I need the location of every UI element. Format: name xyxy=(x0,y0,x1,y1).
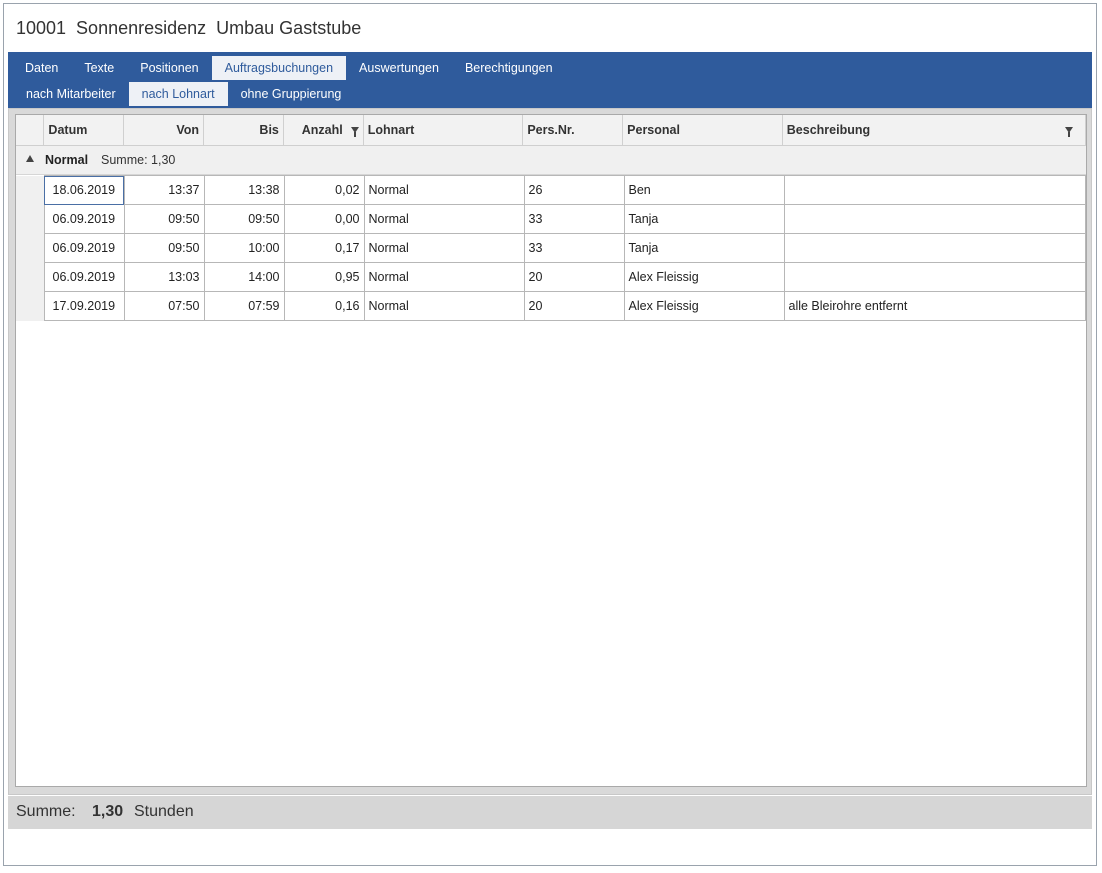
header-lohnart[interactable]: Lohnart xyxy=(363,115,524,146)
data-grid: Datum Von Bis Anzahl Lohnart Pers.Nr. Pe… xyxy=(15,114,1087,787)
row-indent xyxy=(16,175,45,205)
tab-auswertungen[interactable]: Auswertungen xyxy=(346,56,452,80)
cell-anzahl[interactable]: 0,02 xyxy=(283,175,365,205)
sub-tabs: nach Mitarbeiter nach Lohnart ohne Grupp… xyxy=(8,82,354,106)
header-bis-label: Bis xyxy=(259,122,279,137)
cell-persnr[interactable]: 33 xyxy=(523,233,625,263)
header-von[interactable]: Von xyxy=(123,115,205,146)
header-persnr-label: Pers.Nr. xyxy=(527,122,575,137)
cell-lohnart[interactable]: Normal xyxy=(363,262,525,292)
triangle-up-icon[interactable] xyxy=(26,155,34,162)
tab-auftragsbuchungen[interactable]: Auftragsbuchungen xyxy=(211,56,347,80)
table-row[interactable]: 06.09.2019 13:03 14:00 0,95 Normal 20 Alex Fle… xyxy=(16,262,1086,292)
subtab-ohne-gruppierung[interactable]: ohne Gruppierung xyxy=(228,82,355,106)
cell-anzahl[interactable]: 0,00 xyxy=(283,204,365,234)
header-beschreibung-label: Beschreibung xyxy=(786,122,871,137)
header-datum-label: Datum xyxy=(48,122,88,137)
subtab-nach-mitarbeiter[interactable]: nach Mitarbeiter xyxy=(8,82,129,106)
cell-bis[interactable]: 09:50 xyxy=(203,204,285,234)
cell-bis[interactable]: 10:00 xyxy=(203,233,285,263)
cell-personal[interactable]: Ben xyxy=(623,175,785,205)
footer-sum-label: Summe: xyxy=(16,803,76,820)
row-indent xyxy=(16,233,45,263)
row-indent xyxy=(16,291,45,321)
table-row[interactable]: 18.06.2019 13:37 13:38 0,02 Normal 26 Ben xyxy=(16,175,1086,205)
header-persnr[interactable]: Pers.Nr. xyxy=(522,115,624,146)
header-beschreibung[interactable]: Beschreibung xyxy=(782,115,1086,146)
cell-bis[interactable]: 14:00 xyxy=(203,262,285,292)
filter-icon[interactable] xyxy=(1065,127,1073,137)
tab-daten[interactable]: Daten xyxy=(8,56,71,80)
cell-von[interactable]: 07:50 xyxy=(123,291,205,321)
header-anzahl[interactable]: Anzahl xyxy=(283,115,364,146)
tab-texte[interactable]: Texte xyxy=(71,56,127,80)
cell-datum[interactable]: 17.09.2019 xyxy=(43,291,125,321)
cell-anzahl[interactable]: 0,17 xyxy=(283,233,365,263)
cell-von[interactable]: 13:37 xyxy=(123,175,205,205)
cell-bis[interactable]: 13:38 xyxy=(203,175,285,205)
filter-icon[interactable] xyxy=(350,127,359,138)
cell-lohnart[interactable]: Normal xyxy=(363,233,525,263)
cell-anzahl[interactable]: 0,16 xyxy=(283,291,365,321)
cell-beschreibung[interactable] xyxy=(783,204,1086,234)
cell-datum[interactable]: 18.06.2019 xyxy=(43,175,125,205)
footer-sum-unit: Stunden xyxy=(134,803,194,820)
grid-header: Datum Von Bis Anzahl Lohnart Pers.Nr. Pe… xyxy=(16,115,1086,146)
header-von-label: Von xyxy=(176,122,200,137)
cell-persnr[interactable]: 20 xyxy=(523,291,625,321)
summary-footer: Summe: 1,30 Stunden xyxy=(8,796,1092,829)
group-sum-label: Summe: xyxy=(101,153,148,167)
cell-lohnart[interactable]: Normal xyxy=(363,175,525,205)
group-sum-value: 1,30 xyxy=(151,153,176,167)
grid-container: Datum Von Bis Anzahl Lohnart Pers.Nr. Pe… xyxy=(8,108,1092,795)
window-title: 10001 Sonnenresidenz Umbau Gaststube xyxy=(16,18,362,38)
header-personal[interactable]: Personal xyxy=(622,115,783,146)
cell-anzahl[interactable]: 0,95 xyxy=(283,262,365,292)
subtab-nach-lohnart[interactable]: nach Lohnart xyxy=(128,82,228,106)
header-anzahl-label: Anzahl xyxy=(301,122,343,137)
cell-beschreibung[interactable] xyxy=(783,233,1086,263)
group-sum: Summe: 1,30 xyxy=(101,153,175,167)
cell-persnr[interactable]: 20 xyxy=(523,262,625,292)
cell-persnr[interactable]: 33 xyxy=(523,204,625,234)
cell-personal[interactable]: Alex Fleissig xyxy=(623,291,785,321)
cell-datum[interactable]: 06.09.2019 xyxy=(43,262,125,292)
header-indent xyxy=(16,115,45,146)
cell-von[interactable]: 09:50 xyxy=(123,204,205,234)
header-lohnart-label: Lohnart xyxy=(367,122,415,137)
header-personal-label: Personal xyxy=(627,122,680,137)
row-indent xyxy=(16,262,45,292)
cell-von[interactable]: 09:50 xyxy=(123,233,205,263)
table-row[interactable]: 06.09.2019 09:50 09:50 0,00 Normal 33 Tanja xyxy=(16,204,1086,234)
cell-beschreibung[interactable]: alle Bleirohre entfernt xyxy=(783,291,1086,321)
cell-beschreibung[interactable] xyxy=(783,262,1086,292)
table-row[interactable]: 17.09.2019 07:50 07:59 0,16 Normal 20 Alex Fle… xyxy=(16,291,1086,321)
grid-rows: 18.06.2019 13:37 13:38 0,02 Normal 26 Ben 06.09… xyxy=(16,175,1086,321)
header-datum[interactable]: Datum xyxy=(43,115,125,146)
main-tabs: Daten Texte Positionen Auftragsbuchungen… xyxy=(8,56,566,80)
tab-bar: Daten Texte Positionen Auftragsbuchungen… xyxy=(8,52,1092,108)
cell-datum[interactable]: 06.09.2019 xyxy=(43,233,125,263)
group-row-normal[interactable]: Normal Summe: 1,30 xyxy=(16,146,1086,175)
footer-sum-value: 1,30 xyxy=(92,803,124,820)
cell-lohnart[interactable]: Normal xyxy=(363,204,525,234)
row-indent xyxy=(16,204,45,234)
tab-berechtigungen[interactable]: Berechtigungen xyxy=(452,56,566,80)
cell-beschreibung[interactable] xyxy=(783,175,1086,205)
cell-bis[interactable]: 07:59 xyxy=(203,291,285,321)
cell-persnr[interactable]: 26 xyxy=(523,175,625,205)
cell-von[interactable]: 13:03 xyxy=(123,262,205,292)
cell-personal[interactable]: Tanja xyxy=(623,204,785,234)
cell-lohnart[interactable]: Normal xyxy=(363,291,525,321)
cell-datum[interactable]: 06.09.2019 xyxy=(43,204,125,234)
tab-positionen[interactable]: Positionen xyxy=(127,56,211,80)
cell-personal[interactable]: Tanja xyxy=(623,233,785,263)
group-label: Normal xyxy=(45,153,89,167)
header-bis[interactable]: Bis xyxy=(203,115,284,146)
table-row[interactable]: 06.09.2019 09:50 10:00 0,17 Normal 33 Tanja xyxy=(16,233,1086,263)
cell-personal[interactable]: Alex Fleissig xyxy=(623,262,785,292)
